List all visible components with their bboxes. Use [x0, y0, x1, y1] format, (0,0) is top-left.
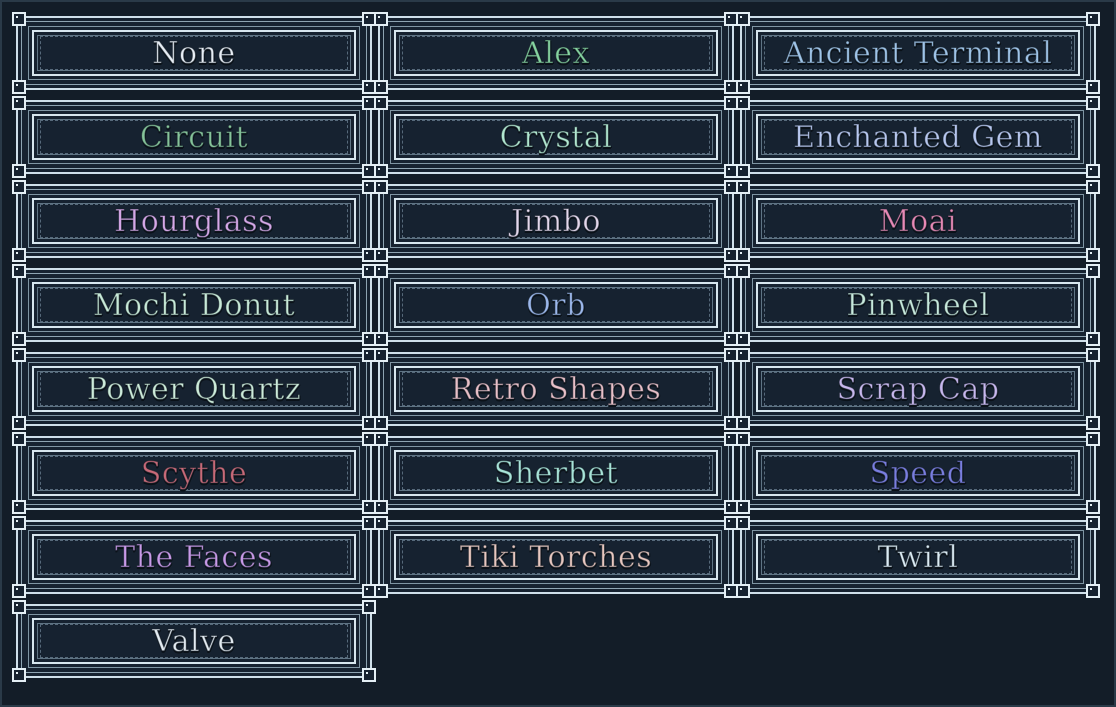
option-button-the-faces[interactable]: The Faces — [12, 516, 376, 598]
option-button-ancient-terminal[interactable]: Ancient Terminal — [736, 12, 1100, 94]
option-label: Ancient Terminal — [783, 35, 1053, 71]
option-button-scythe[interactable]: Scythe — [12, 432, 376, 514]
option-button-pinwheel[interactable]: Pinwheel — [736, 264, 1100, 346]
option-grid: None Alex Ancient Terminal Circuit Cryst… — [12, 12, 1100, 682]
option-label: Scythe — [140, 455, 248, 491]
option-button-retro-shapes[interactable]: Retro Shapes — [374, 348, 738, 430]
option-label: Jimbo — [511, 203, 601, 239]
option-label: Tiki Torches — [459, 539, 653, 575]
option-button-power-quartz[interactable]: Power Quartz — [12, 348, 376, 430]
option-label: Hourglass — [114, 203, 274, 239]
option-button-none[interactable]: None — [12, 12, 376, 94]
option-button-enchanted-gem[interactable]: Enchanted Gem — [736, 96, 1100, 178]
option-label: Sherbet — [493, 455, 619, 491]
option-label: Power Quartz — [86, 371, 302, 407]
option-label: Enchanted Gem — [793, 119, 1043, 155]
option-label: Speed — [869, 455, 967, 491]
option-button-orb[interactable]: Orb — [374, 264, 738, 346]
option-button-hourglass[interactable]: Hourglass — [12, 180, 376, 262]
option-button-scrap-cap[interactable]: Scrap Cap — [736, 348, 1100, 430]
option-label: Mochi Donut — [92, 287, 296, 323]
option-label: Crystal — [499, 119, 613, 155]
option-button-circuit[interactable]: Circuit — [12, 96, 376, 178]
option-button-mochi-donut[interactable]: Mochi Donut — [12, 264, 376, 346]
option-label: Circuit — [139, 119, 249, 155]
option-button-alex[interactable]: Alex — [374, 12, 738, 94]
option-button-moai[interactable]: Moai — [736, 180, 1100, 262]
option-label: Valve — [152, 623, 236, 659]
option-button-valve[interactable]: Valve — [12, 600, 376, 682]
option-button-jimbo[interactable]: Jimbo — [374, 180, 738, 262]
option-button-tiki-torches[interactable]: Tiki Torches — [374, 516, 738, 598]
option-button-speed[interactable]: Speed — [736, 432, 1100, 514]
option-label: Scrap Cap — [836, 371, 1000, 407]
option-label: None — [152, 35, 236, 71]
option-label: The Faces — [115, 539, 273, 575]
option-button-crystal[interactable]: Crystal — [374, 96, 738, 178]
option-label: Orb — [526, 287, 586, 323]
option-label: Twirl — [877, 539, 959, 575]
option-button-twirl[interactable]: Twirl — [736, 516, 1100, 598]
option-label: Moai — [878, 203, 958, 239]
option-label: Pinwheel — [846, 287, 990, 323]
option-label: Alex — [522, 35, 590, 71]
option-label: Retro Shapes — [450, 371, 662, 407]
option-button-sherbet[interactable]: Sherbet — [374, 432, 738, 514]
